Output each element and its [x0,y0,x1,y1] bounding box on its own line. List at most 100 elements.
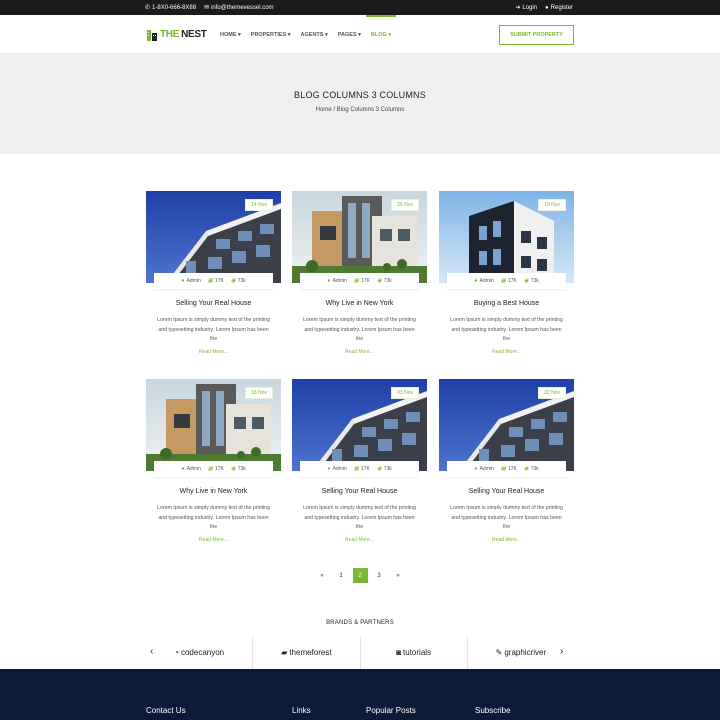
breadcrumb-current: Blog Columns 3 Columns [336,107,405,113]
brand-label: tutorials [403,648,432,657]
main-navbar: THE NEST HOME ▾ PROPERTIES ▾ AGENTS ▾ PAG… [0,15,720,54]
blog-card[interactable]: 14 Nov ● Admin ▦ 17K ◉ 73k Selling Your Rea… [146,191,281,371]
brand-tutorials[interactable]: ◙ tutorials [359,636,467,669]
post-meta: ● Admin ▦ 17K ◉ 73k [300,461,419,477]
menu-pages[interactable]: PAGES ▾ [333,15,366,54]
login-link[interactable]: ➜ Login [515,4,538,12]
post-date: 14 Nov [245,199,273,211]
user-icon: ● [545,4,549,11]
register-link[interactable]: ● Register [545,5,573,11]
calendar-icon: ▦ [353,278,359,284]
post-title[interactable]: Buying a Best House [439,300,574,307]
post-comments: 73k [237,466,246,472]
brands-title: BRANDS & PARTNERS [326,620,394,626]
pagination-page-3[interactable]: 3 [372,568,387,583]
post-date: 25 Nov [391,199,419,211]
post-views: 17K [214,278,224,284]
top-bar: ✆ 1-8X0-666-8X88 ✉ info@themevessel.com ➜ L… [0,0,720,15]
post-date: 19 Nov [538,199,566,211]
page-banner: BLOG COLUMNS 3 COLUMNS Home / Blog Colum… [0,54,720,154]
phone-contact[interactable]: ✆ 1-8X0-666-8X88 [145,4,196,12]
brand-label: codecanyon [180,648,225,657]
post-title[interactable]: Selling Your Real House [146,300,281,307]
brand-codecanyon[interactable]: ◔ codecanyon [146,636,252,669]
brand-graphicriver[interactable]: ✎ graphicriver [466,636,574,669]
post-date: 18 Nov [245,387,273,399]
user-icon: ● [327,466,331,472]
menu-home[interactable]: HOME ▾ [215,15,246,54]
post-excerpt: Lorem Ipsum is simply dummy text of the … [157,317,270,342]
menu-agents[interactable]: AGENTS ▾ [296,15,333,54]
codecanyon-icon: ◔ [174,648,179,657]
calendar-icon: ▦ [353,466,359,472]
post-title[interactable]: Why Live in New York [146,488,281,495]
pagination-prev[interactable]: « [315,568,330,583]
phone-icon: ✆ [145,5,151,11]
comments-icon: ◉ [230,466,236,472]
footer-heading-contact: Contact Us [146,706,186,715]
comments-icon: ◉ [230,278,236,284]
brand-themeforest[interactable]: ▰ themeforest [252,636,359,669]
calendar-icon: ▦ [500,278,506,284]
blog-card[interactable]: 25 Nov ● Admin ▦ 17K ◉ 73k Why Live in New … [292,191,427,371]
post-meta: ● Admin ▦ 17K ◉ 73k [447,461,566,477]
post-meta: ● Admin ▦ 17K ◉ 73k [154,461,273,477]
post-comments: 73k [383,278,392,284]
read-more-link[interactable]: Read More... [439,349,574,355]
post-date: 22 Nov [538,387,566,399]
blog-card[interactable]: 18 Nov ● Admin ▦ 17K ◉ 73k Why Live in New … [146,379,281,559]
read-more-link[interactable]: Read More... [292,349,427,355]
brand-label: graphicriver [504,648,547,657]
user-icon: ● [474,466,478,472]
post-excerpt: Lorem Ipsum is simply dummy text of the … [157,505,270,530]
read-more-link[interactable]: Read More... [146,349,281,355]
user-icon: ● [181,466,185,472]
post-excerpt: Lorem Ipsum is simply dummy text of the … [450,505,563,530]
logo-text-the: THE [160,28,180,40]
calendar-icon: ▦ [500,466,506,472]
post-title[interactable]: Why Live in New York [292,300,427,307]
blog-card[interactable]: 22 Nov ● Admin ▦ 17K ◉ 73k Selling Your Rea… [439,379,574,559]
login-label: Login [522,4,538,11]
read-more-link[interactable]: Read More... [146,537,281,543]
post-views: 17K [507,278,517,284]
post-views: 17K [507,466,517,472]
comments-icon: ◉ [523,278,529,284]
pagination-page-2[interactable]: 2 [352,568,368,583]
blog-card[interactable]: 19 Nov ● Admin ▦ 17K ◉ 73k Buying a Best Ho… [439,191,574,371]
comments-icon: ◉ [523,466,529,472]
email-contact[interactable]: ✉ info@themevessel.com [204,4,273,12]
envelope-icon: ✉ [204,5,210,11]
pagination: « 1 2 3 » [0,568,720,583]
graphicriver-icon: ✎ [495,648,503,657]
blog-card[interactable]: 03 Nov ● Admin ▦ 17K ◉ 73k Selling Your Rea… [292,379,427,559]
post-title[interactable]: Selling Your Real House [439,488,574,495]
page-title: BLOG COLUMNS 3 COLUMNS [294,90,426,100]
user-icon: ● [327,278,331,284]
post-author: Admin [186,466,201,472]
read-more-link[interactable]: Read More... [292,537,427,543]
site-logo[interactable]: THE NEST [146,27,207,41]
post-author: Admin [186,278,201,284]
tutorials-icon: ◙ [396,648,402,657]
post-comments: 73k [383,466,392,472]
submit-property-button[interactable]: SUBMIT PROPERTY [499,25,574,45]
logo-text-nest: NEST [181,28,207,40]
pagination-page-1[interactable]: 1 [334,568,349,583]
footer-heading-links: Links [292,706,311,715]
menu-blog[interactable]: BLOG ▾ [365,15,397,54]
breadcrumb-home[interactable]: Home [316,107,332,113]
post-views: 17K [214,466,224,472]
pagination-next[interactable]: » [391,568,406,583]
post-views: 17K [360,466,370,472]
footer-heading-popular: Popular Posts [366,706,416,715]
post-excerpt: Lorem Ipsum is simply dummy text of the … [303,505,416,530]
comments-icon: ◉ [376,466,382,472]
post-excerpt: Lorem Ipsum is simply dummy text of the … [303,317,416,342]
menu-properties[interactable]: PROPERTIES ▾ [246,15,296,54]
brands-carousel: ◔ codecanyon ▰ themeforest ◙ tutorials ✎ gra… [146,636,574,669]
read-more-link[interactable]: Read More... [439,537,574,543]
post-title[interactable]: Selling Your Real House [292,488,427,495]
sign-in-icon: ➜ [515,5,521,11]
breadcrumb-separator: / [333,107,335,113]
